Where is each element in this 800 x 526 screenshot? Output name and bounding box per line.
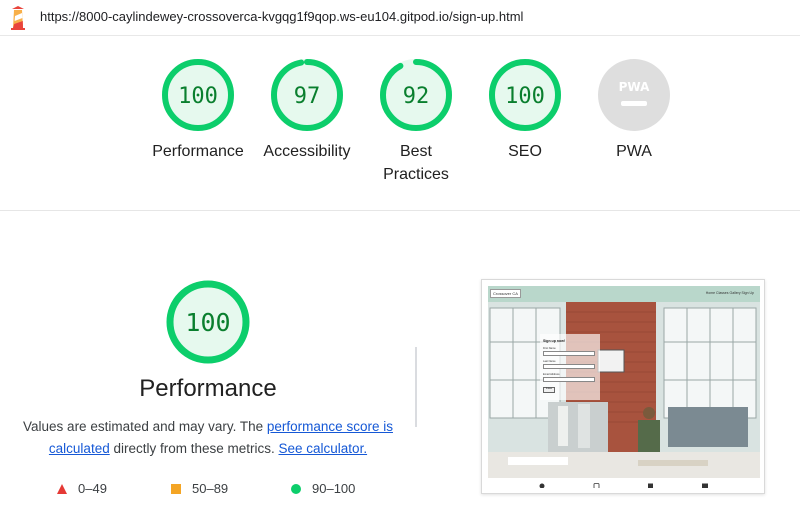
form-title: Sign up now! bbox=[543, 339, 565, 343]
gauge-label: Best Practices bbox=[383, 143, 449, 183]
social-icons bbox=[539, 483, 708, 488]
form-field bbox=[543, 377, 595, 382]
performance-description: Values are estimated and may vary. The p… bbox=[22, 416, 394, 460]
gauge-ring: 92 bbox=[380, 59, 452, 131]
legend-fail: 0–49 bbox=[56, 481, 107, 496]
gauge-ring: 100 bbox=[489, 59, 561, 131]
screenshot-nav-links: Home Classes Gallery Sign Up bbox=[705, 291, 754, 295]
pwa-badge-text: PWA bbox=[619, 80, 650, 94]
gauge-accessibility[interactable]: 97 Accessibility bbox=[252, 58, 362, 163]
gauge-label: Performance bbox=[152, 143, 244, 160]
gauge-label: PWA bbox=[616, 143, 652, 160]
form-label: Last Name bbox=[543, 360, 556, 363]
gauge-score: 92 bbox=[403, 84, 430, 109]
screenshot-page: Crossover CA Home Classes Gallery Sign U… bbox=[488, 286, 760, 488]
red-triangle-icon bbox=[57, 483, 67, 494]
facebook-icon bbox=[539, 483, 545, 488]
green-circle-icon bbox=[291, 483, 301, 494]
gauge-ring: 97 bbox=[271, 59, 343, 131]
screenshot-navbar: Crossover CA Home Classes Gallery Sign U… bbox=[488, 286, 760, 302]
form-submit: Submit bbox=[543, 387, 555, 393]
lighthouse-report: https://8000-caylindewey-crossoverca-kvg… bbox=[0, 0, 800, 526]
legend-label: 90–100 bbox=[312, 481, 356, 496]
report-topbar: https://8000-caylindewey-crossoverca-kvg… bbox=[0, 0, 800, 36]
form-field bbox=[543, 364, 595, 369]
gauge-label: Accessibility bbox=[263, 143, 351, 160]
instagram-icon bbox=[593, 483, 600, 488]
legend-average: 50–89 bbox=[170, 481, 228, 496]
form-label: Email Address bbox=[543, 373, 560, 376]
orange-square-icon bbox=[171, 483, 181, 494]
score-legend: 0–49 50–89 90–100 bbox=[56, 481, 396, 501]
form-label: First Name bbox=[543, 347, 556, 350]
lighthouse-logo-icon bbox=[11, 6, 25, 30]
performance-title: Performance bbox=[139, 375, 277, 402]
see-calculator-link[interactable]: See calculator. bbox=[279, 441, 368, 456]
final-screenshot-thumbnail[interactable]: Crossover CA Home Classes Gallery Sign U… bbox=[481, 279, 765, 494]
screenshot-footer bbox=[488, 478, 760, 488]
gauge-score: 100 bbox=[505, 84, 545, 109]
legend-pass: 90–100 bbox=[290, 481, 355, 496]
report-url-link[interactable]: https://8000-caylindewey-crossoverca-kvg… bbox=[40, 9, 523, 24]
gauge-score: 97 bbox=[294, 84, 321, 109]
screenshot-brand: Crossover CA bbox=[490, 289, 521, 298]
screenshot-hero-image bbox=[488, 302, 760, 478]
score-gauges: 100 Performance 97 Accessibility 92 Best… bbox=[0, 36, 800, 211]
form-field bbox=[543, 351, 595, 356]
description-text: Values are estimated and may vary. The bbox=[23, 419, 267, 434]
description-text: directly from these metrics. bbox=[109, 441, 279, 456]
gauge-score: 100 bbox=[178, 84, 218, 109]
performance-gauge: 100 bbox=[166, 280, 250, 364]
section-divider bbox=[415, 347, 417, 427]
twitter-icon bbox=[648, 483, 653, 488]
gauge-performance[interactable]: 100 Performance bbox=[143, 58, 253, 163]
gauge-best-practices[interactable]: 92 Best Practices bbox=[361, 58, 471, 186]
pwa-badge-icon: PWA bbox=[598, 59, 670, 131]
gauge-seo[interactable]: 100 SEO bbox=[470, 58, 580, 163]
legend-label: 50–89 bbox=[192, 481, 229, 496]
legend-label: 0–49 bbox=[78, 481, 107, 496]
gauge-ring: 100 bbox=[162, 59, 234, 131]
gauge-label: SEO bbox=[508, 143, 542, 160]
performance-score: 100 bbox=[185, 308, 230, 337]
screenshot-signup-form: Sign up now! First Name Last Name Email … bbox=[540, 334, 600, 400]
gauge-pwa[interactable]: PWA PWA bbox=[579, 58, 689, 163]
youtube-icon bbox=[702, 483, 708, 488]
